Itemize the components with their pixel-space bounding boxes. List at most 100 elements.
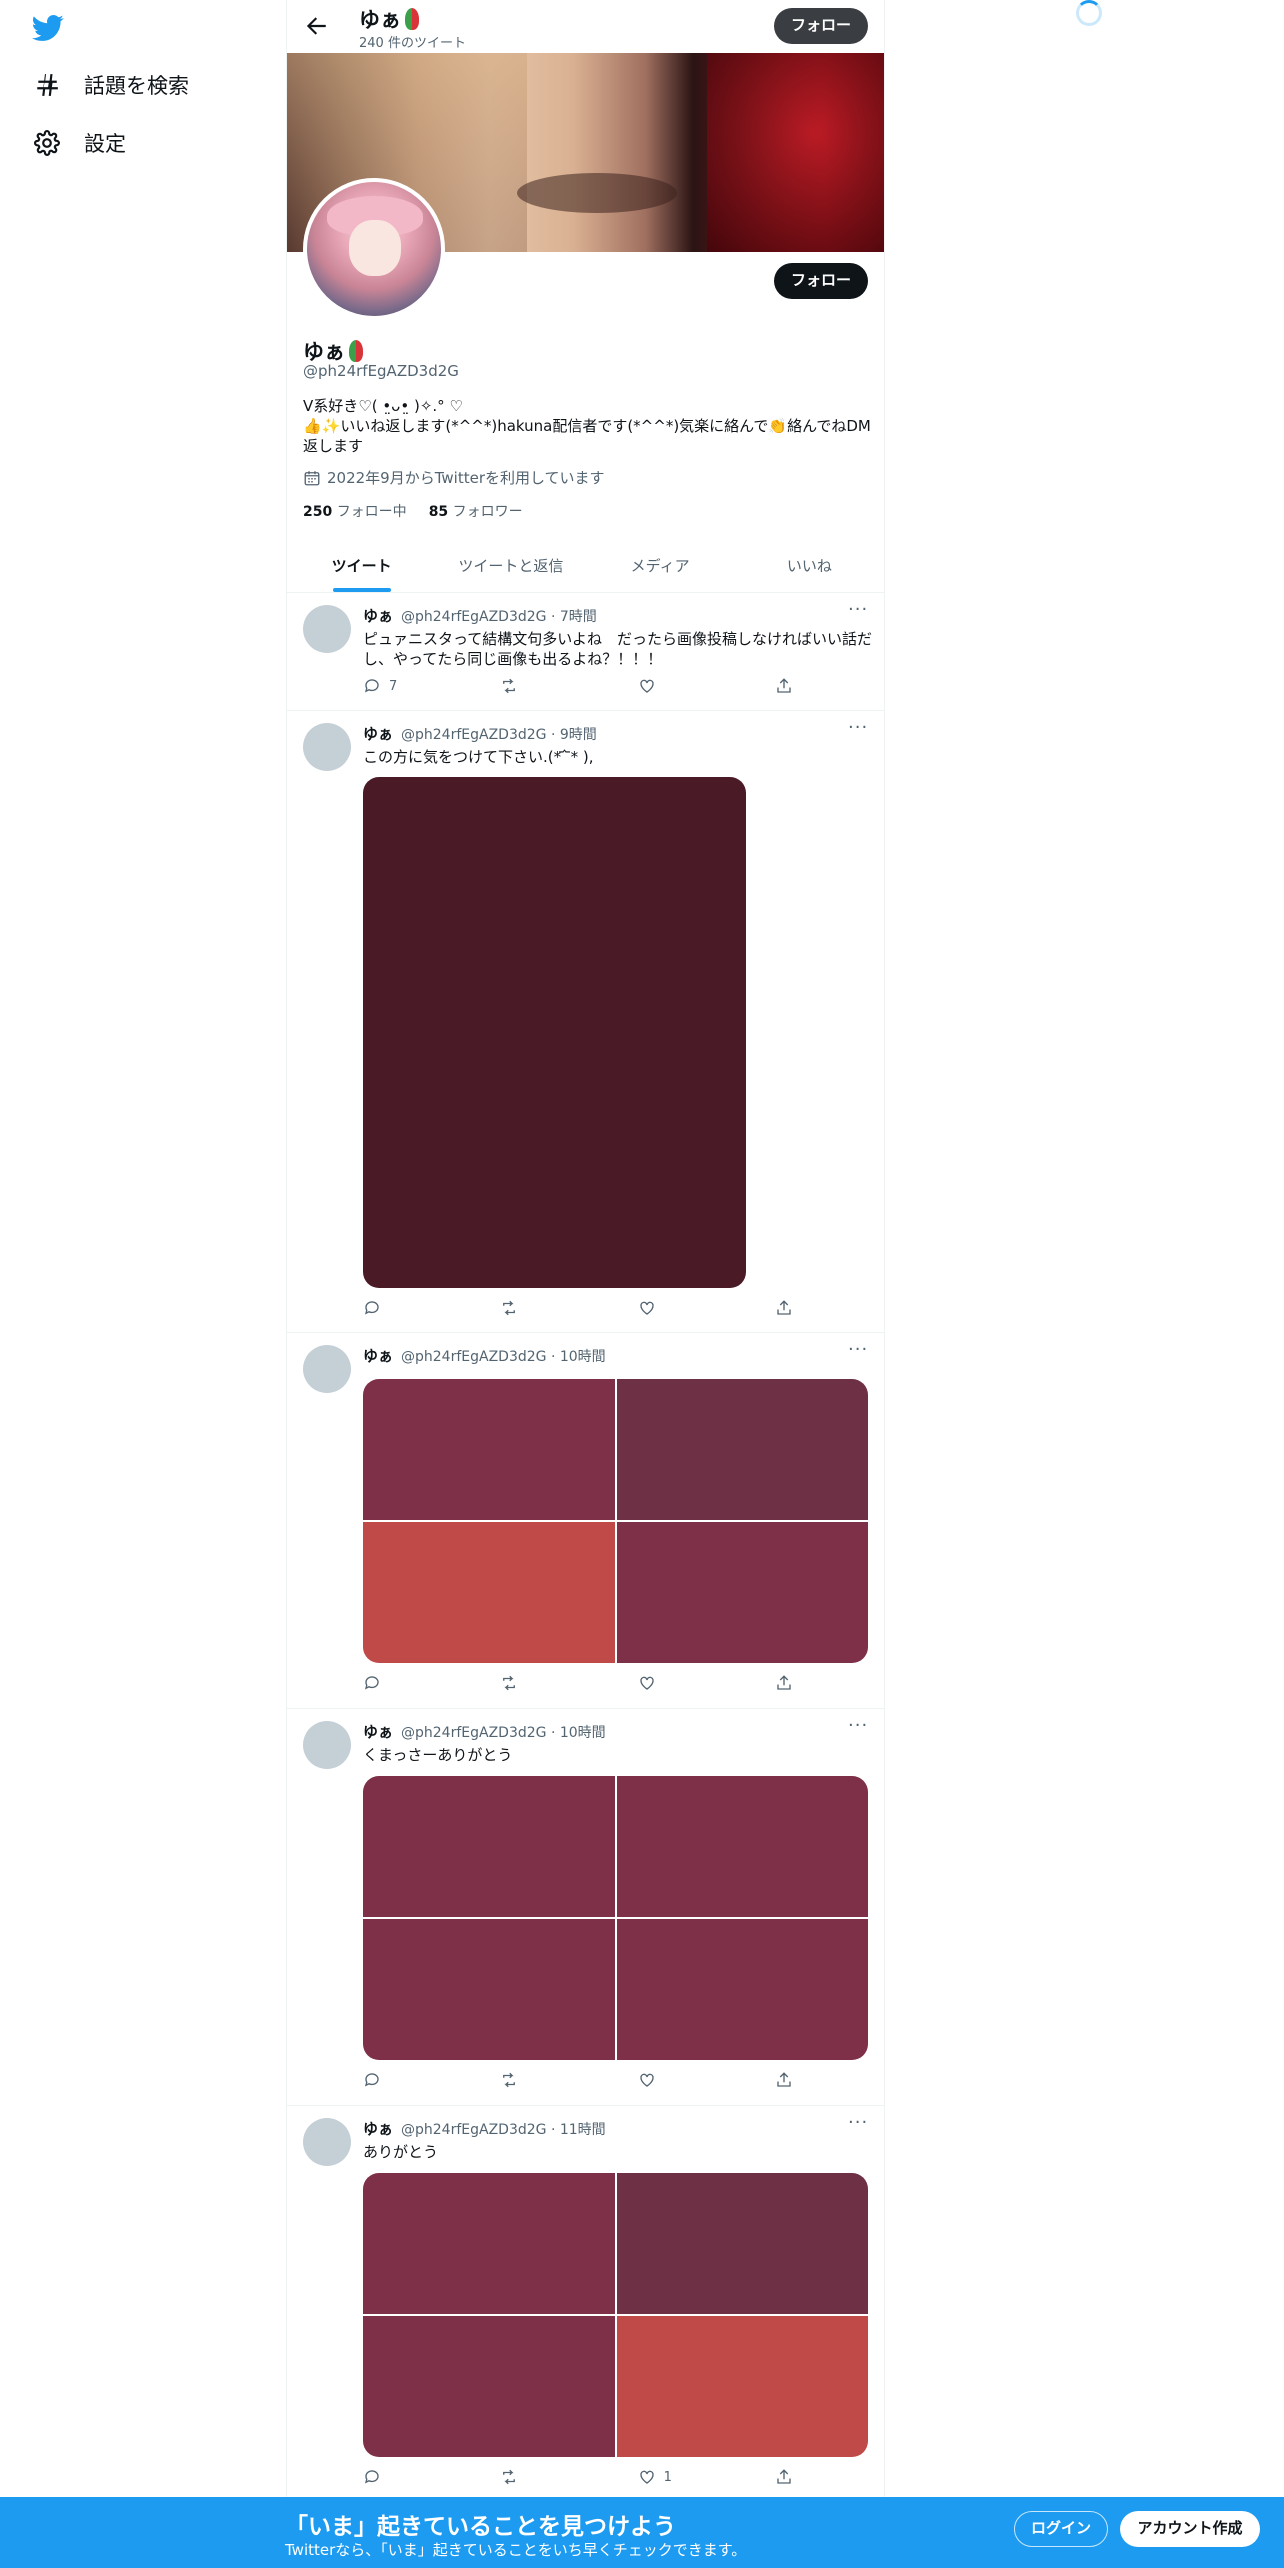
tweet-author-name[interactable]: ゆぁ (363, 1721, 393, 1742)
tweet-image[interactable] (363, 1776, 615, 1917)
following-count: 250 (303, 504, 333, 520)
tweet-author-name[interactable]: ゆぁ (363, 605, 393, 626)
retweet-button[interactable] (500, 2468, 560, 2486)
share-button[interactable] (775, 2468, 793, 2486)
tweet-actions: 7 (363, 677, 793, 695)
share-button[interactable] (775, 2071, 793, 2089)
like-button[interactable] (638, 1674, 698, 1692)
like-button[interactable]: 1 (638, 2468, 698, 2486)
share-icon (777, 2072, 791, 2087)
followers-link[interactable]: 85 フォロワー (429, 501, 523, 521)
nav-item-settings[interactable]: 設定 (34, 128, 126, 158)
like-button[interactable] (638, 677, 698, 695)
tweet[interactable]: ゆぁ @ph24rfEgAZD3d2G · 9時間 ··· この方に気をつけて下… (287, 711, 884, 1333)
tweet-actions: 1 (363, 2468, 793, 2486)
tweet-image-grid (363, 1379, 868, 1663)
tweet-text: くまっさーありがとう (363, 1746, 513, 1764)
profile-handle: @ph24rfEgAZD3d2G (303, 362, 459, 380)
avatar[interactable] (303, 1721, 351, 1769)
share-button[interactable] (775, 677, 793, 695)
tweet-image-grid (363, 2173, 868, 2457)
nav-item-explore[interactable]: 話題を検索 (34, 70, 189, 100)
tweet-image[interactable] (616, 2173, 868, 2314)
tweet-image[interactable] (363, 1919, 615, 2060)
more-icon[interactable]: ··· (848, 2114, 868, 2136)
followers-label: フォロワー (452, 504, 523, 520)
profile-avatar[interactable] (303, 178, 445, 320)
tweet-image[interactable] (616, 1379, 868, 1520)
retweet-button[interactable] (500, 1674, 560, 1692)
share-icon (777, 2469, 791, 2484)
retweet-button[interactable] (500, 2071, 560, 2089)
avatar[interactable] (303, 2118, 351, 2166)
tweet-author-name[interactable]: ゆぁ (363, 1345, 393, 1366)
heart-icon (639, 1676, 654, 1690)
tweet-actions (363, 1674, 793, 1692)
more-icon[interactable]: ··· (848, 1341, 868, 1363)
tab-tweets[interactable]: ツイート (287, 540, 436, 592)
reply-icon (364, 2470, 379, 2484)
tweet-author-name[interactable]: ゆぁ (363, 2118, 393, 2139)
reply-icon (364, 679, 379, 693)
reply-icon (364, 1301, 379, 1315)
header-follow-button[interactable]: フォロー (774, 8, 868, 44)
tweet-author-name[interactable]: ゆぁ (363, 723, 393, 744)
more-icon[interactable]: ··· (848, 1717, 868, 1739)
tweet[interactable]: ゆぁ @ph24rfEgAZD3d2G · 10時間 ··· (287, 1333, 884, 1709)
share-button[interactable] (775, 1674, 793, 1692)
like-count: 1 (663, 2469, 672, 2485)
retweet-button[interactable] (500, 677, 560, 695)
twitter-bird-icon[interactable] (30, 12, 66, 44)
signup-button[interactable]: アカウント作成 (1120, 2511, 1260, 2547)
reply-button[interactable] (363, 2071, 423, 2089)
avatar[interactable] (303, 723, 351, 771)
avatar[interactable] (303, 605, 351, 653)
tweet[interactable]: ゆぁ @ph24rfEgAZD3d2G · 11時間 ··· ありがとう 1 (287, 2106, 884, 2497)
retweet-icon (503, 2072, 516, 2088)
reply-icon (364, 2073, 379, 2087)
reply-count: 7 (389, 678, 398, 694)
more-icon[interactable]: ··· (848, 719, 868, 741)
profile-column: ゆぁ 240 件のツイート フォロー フォロー ゆぁ @ph24rfEgAZD3… (286, 0, 885, 2568)
tweet-image[interactable] (616, 1776, 868, 1917)
login-button[interactable]: ログイン (1014, 2511, 1108, 2547)
tweet-image[interactable] (363, 2316, 615, 2457)
tweet-image[interactable] (616, 1919, 868, 2060)
banner-shade (517, 173, 677, 213)
reply-button[interactable] (363, 1299, 423, 1317)
followers-count: 85 (428, 504, 449, 520)
signup-banner-subtitle: Twitterなら、「いま」起きていることをいち早くチェックできます。 (285, 2541, 747, 2559)
tweet[interactable]: ゆぁ @ph24rfEgAZD3d2G · 10時間 ··· くまっさーありがと… (287, 1709, 884, 2106)
tweet-actions (363, 2071, 793, 2089)
reply-button[interactable] (363, 2468, 423, 2486)
tab-likes[interactable]: いいね (735, 540, 884, 592)
tab-tweets-replies[interactable]: ツイートと返信 (436, 540, 585, 592)
more-icon[interactable]: ··· (848, 601, 868, 623)
profile-follow-button[interactable]: フォロー (774, 263, 868, 299)
profile-header-bar: ゆぁ 240 件のツイート フォロー (287, 0, 884, 53)
tweet-image[interactable] (363, 1379, 615, 1520)
tweet-image[interactable] (616, 2316, 868, 2457)
tweet-image[interactable] (363, 2173, 615, 2314)
share-button[interactable] (775, 1299, 793, 1317)
back-arrow-icon[interactable] (303, 13, 329, 39)
tweet-image[interactable] (363, 1522, 615, 1663)
reply-button[interactable]: 7 (363, 677, 423, 695)
tweet-text: この方に気をつけて下さい.(* ᷄ ᷅* ), (363, 748, 594, 766)
nav-item-label: 設定 (84, 132, 126, 156)
tab-media[interactable]: メディア (586, 540, 735, 592)
tweet-text: ピュァニスタって結構文句多いよね だったら画像投稿しなければいい話だし、やってた… (363, 630, 872, 668)
retweet-button[interactable] (500, 1299, 560, 1317)
like-button[interactable] (638, 2071, 698, 2089)
tweet-image[interactable] (616, 1522, 868, 1663)
following-link[interactable]: 250 フォロー中 (303, 501, 407, 521)
tweet[interactable]: ゆぁ @ph24rfEgAZD3d2G · 7時間 ··· ピュァニスタって結構… (287, 593, 884, 711)
avatar-face (349, 220, 401, 276)
tweet-image[interactable] (363, 777, 746, 1288)
retweet-icon (503, 678, 516, 694)
reply-button[interactable] (363, 1674, 423, 1692)
tweet-header: ゆぁ @ph24rfEgAZD3d2G · 7時間 (363, 605, 597, 626)
tweet-meta: @ph24rfEgAZD3d2G · 10時間 (401, 1725, 606, 1741)
avatar[interactable] (303, 1345, 351, 1393)
like-button[interactable] (638, 1299, 698, 1317)
